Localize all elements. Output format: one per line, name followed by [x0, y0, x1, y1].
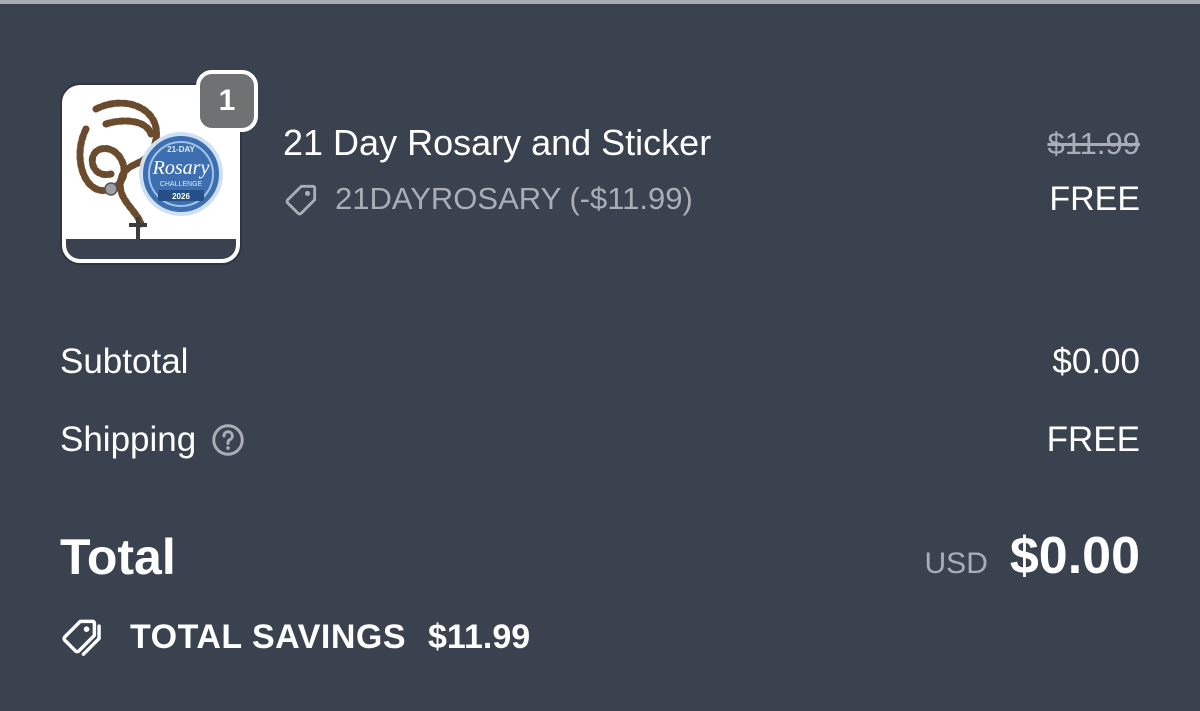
total-savings-row: TOTAL SAVINGS $11.99 — [60, 612, 530, 662]
final-price: FREE — [1049, 180, 1140, 218]
subtotal-label: Subtotal — [60, 342, 188, 382]
subtotal-value: $0.00 — [1052, 342, 1140, 381]
shipping-value: FREE — [1046, 420, 1140, 459]
discount-tag-icon — [285, 184, 317, 216]
sticker-text-main: Rosary — [152, 157, 210, 179]
total-value: USD $0.00 — [925, 526, 1140, 586]
sticker-text-year: 2026 — [172, 192, 190, 201]
savings-tags-icon — [62, 619, 101, 656]
quantity-badge: 1 — [196, 70, 258, 132]
sticker-text-top: 21-DAY — [167, 145, 195, 154]
currency-code: USD — [924, 547, 988, 580]
help-circle-icon[interactable] — [210, 422, 246, 458]
original-price: $11.99 — [1047, 126, 1140, 161]
total-label: Total — [60, 529, 176, 585]
sticker-text-sub: CHALLENGE — [160, 181, 203, 188]
discount-code-row: 21DAYROSARY (-$11.99) — [283, 180, 693, 218]
total-savings-label: TOTAL SAVINGS — [130, 617, 407, 656]
subtotal-label-text: Subtotal — [60, 342, 189, 381]
shipping-label: Shipping — [60, 420, 246, 460]
total-savings-amount: $11.99 — [428, 617, 531, 656]
discount-code-text: 21DAYROSARY (-$11.99) — [335, 181, 693, 216]
product-name: 21 Day Rosary and Sticker — [283, 122, 712, 163]
total-amount: $0.00 — [1009, 527, 1140, 585]
shipping-label-text: Shipping — [60, 420, 197, 459]
